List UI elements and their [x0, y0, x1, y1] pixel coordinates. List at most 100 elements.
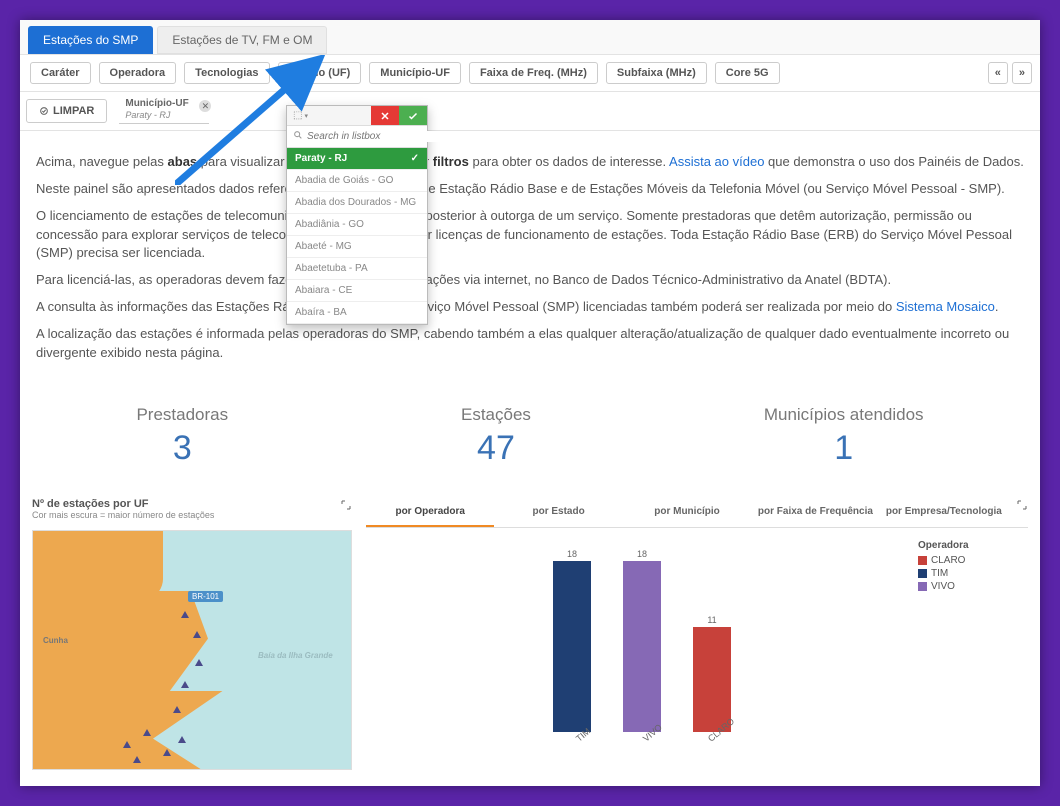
kpi-value: 3	[136, 429, 228, 468]
dropdown-confirm-button[interactable]	[399, 106, 427, 125]
kpi-municipios: Municípios atendidos 1	[764, 405, 924, 468]
filter-municipio-uf[interactable]: Município-UF	[369, 62, 461, 84]
dropdown-search[interactable]	[287, 126, 427, 148]
kpi-estacoes: Estações 47	[461, 405, 531, 468]
filter-subfaixa[interactable]: Subfaixa (MHz)	[606, 62, 707, 84]
dropdown-item[interactable]: Paraty - RJ	[287, 148, 427, 170]
text: que demonstra o uso dos Painéis de Dados…	[764, 154, 1023, 169]
bar-vivo[interactable]: 18VIVO	[622, 549, 662, 746]
filter-core-5g[interactable]: Core 5G	[715, 62, 780, 84]
dropdown-item[interactable]: Abadia de Goiás - GO	[287, 170, 427, 192]
filter-row: Caráter Operadora Tecnologias Estado (UF…	[20, 55, 1040, 92]
map-road-label: BR-101	[188, 591, 223, 602]
text-bold: abas	[168, 154, 198, 169]
legend-label: VIVO	[931, 581, 955, 592]
pager-next[interactable]: »	[1012, 62, 1032, 84]
clear-button[interactable]: LIMPAR	[26, 99, 107, 123]
reset-icon	[39, 106, 49, 116]
text: .	[995, 299, 999, 314]
pager-prev[interactable]: «	[988, 62, 1008, 84]
chip-value: Paraty - RJ	[125, 110, 203, 120]
bar-chart[interactable]: 18TIM 18VIVO 11CLARO	[366, 540, 918, 770]
action-row: LIMPAR Município-UF Paraty - RJ ✕	[20, 92, 1040, 131]
map-subtitle: Cor mais escura = maior número de estaçõ…	[32, 510, 214, 520]
bar-value-label: 18	[567, 549, 577, 559]
map-bay-label: Baía da Ilha Grande	[258, 651, 333, 660]
kpi-value: 1	[764, 429, 924, 468]
dropdown-item[interactable]: Abaetetuba - PA	[287, 258, 427, 280]
chart-column: por Operadora por Estado por Município p…	[366, 498, 1028, 770]
kpi-label: Estações	[461, 405, 531, 425]
text: para obter os dados de interesse.	[469, 154, 669, 169]
legend-title: Operadora	[918, 540, 1028, 551]
bar-value-label: 11	[707, 615, 716, 625]
kpi-value: 47	[461, 429, 531, 468]
chip-title: Município-UF	[125, 98, 203, 109]
dropdown-item[interactable]: Abadiânia - GO	[287, 214, 427, 236]
text: O licenciamento de estações de telecomun…	[36, 207, 1024, 264]
chart-area: 18TIM 18VIVO 11CLARO Operadora CLARO TIM VIV…	[366, 540, 1028, 770]
legend-swatch	[918, 569, 927, 578]
chip-remove-icon[interactable]: ✕	[199, 100, 211, 112]
dropdown-cancel-button[interactable]	[371, 106, 399, 125]
expand-icon[interactable]	[340, 498, 352, 510]
tab-tv-fm-om[interactable]: Estações de TV, FM e OM	[157, 26, 327, 54]
expand-icon[interactable]	[1016, 498, 1028, 510]
bar-value-label: 18	[637, 549, 647, 559]
legend-swatch	[918, 582, 927, 591]
link-mosaico[interactable]: Sistema Mosaico	[896, 299, 995, 314]
bar-tim[interactable]: 18TIM	[552, 549, 592, 746]
map-column: Nº de estações por UF Cor mais escura = …	[32, 498, 352, 770]
dropdown-item[interactable]: Abaíra - BA	[287, 302, 427, 324]
kpi-label: Municípios atendidos	[764, 405, 924, 425]
dropdown-list: Paraty - RJAbadia de Goiás - GOAbadia do…	[287, 148, 427, 324]
body-text: Acima, navegue pelas abas para visualiza…	[20, 131, 1040, 385]
dropdown-toolbar: ⬚▾	[287, 106, 427, 126]
filter-tecnologias[interactable]: Tecnologias	[184, 62, 269, 84]
dropdown-item[interactable]: Abadia dos Dourados - MG	[287, 192, 427, 214]
filter-chip-municipio[interactable]: Município-UF Paraty - RJ ✕	[119, 98, 209, 124]
chart-tab-estado[interactable]: por Estado	[494, 498, 622, 527]
text-bold: filtros	[433, 154, 469, 169]
chart-tab-operadora[interactable]: por Operadora	[366, 498, 494, 527]
clear-label: LIMPAR	[53, 105, 94, 117]
filter-faixa-freq[interactable]: Faixa de Freq. (MHz)	[469, 62, 598, 84]
page-root: Estações do SMP Estações de TV, FM e OM …	[20, 20, 1040, 786]
legend-item[interactable]: VIVO	[918, 581, 1028, 592]
legend-swatch	[918, 556, 927, 565]
dropdown-search-input[interactable]	[307, 131, 441, 142]
legend-label: CLARO	[931, 555, 965, 566]
tab-smp[interactable]: Estações do SMP	[28, 26, 153, 54]
map-title: Nº de estações por UF	[32, 498, 214, 510]
dropdown-item[interactable]: Abaiara - CE	[287, 280, 427, 302]
text: A consulta às informações das Estações R…	[36, 299, 896, 314]
bottom-row: Nº de estações por UF Cor mais escura = …	[20, 498, 1040, 786]
kpi-label: Prestadoras	[136, 405, 228, 425]
filter-estado-uf[interactable]: Estado (UF)	[278, 62, 362, 84]
top-tabs: Estações do SMP Estações de TV, FM e OM	[20, 20, 1040, 55]
dropdown-item[interactable]: Abaeté - MG	[287, 236, 427, 258]
chart-tab-empresa-tec[interactable]: por Empresa/Tecnologia	[880, 498, 1008, 527]
legend-label: TIM	[931, 568, 948, 579]
text: Acima, navegue pelas	[36, 154, 168, 169]
filter-operadora[interactable]: Operadora	[99, 62, 177, 84]
chart-tab-municipio[interactable]: por Município	[623, 498, 751, 527]
text: Para licenciá-las, as operadoras devem f…	[36, 271, 1024, 290]
link-video[interactable]: Assista ao vídeo	[669, 154, 764, 169]
search-icon	[293, 130, 303, 143]
dropdown-select-mode[interactable]: ⬚▾	[287, 106, 371, 125]
chart-tab-faixa[interactable]: por Faixa de Frequência	[751, 498, 879, 527]
municipio-dropdown: ⬚▾ Paraty - RJAbadia de Goiás - GOAbadia…	[286, 105, 428, 325]
text: A localização das estações é informada p…	[36, 325, 1024, 363]
bar-claro[interactable]: 11CLARO	[692, 615, 732, 746]
chart-tabs: por Operadora por Estado por Município p…	[366, 498, 1028, 528]
chart-legend: Operadora CLARO TIM VIVO	[918, 540, 1028, 770]
legend-item[interactable]: CLARO	[918, 555, 1028, 566]
map-widget[interactable]: BR-101 Cunha Baía da Ilha Grande	[32, 530, 352, 770]
kpi-prestadoras: Prestadoras 3	[136, 405, 228, 468]
filter-carater[interactable]: Caráter	[30, 62, 91, 84]
map-town-label: Cunha	[43, 636, 68, 645]
kpi-row: Prestadoras 3 Estações 47 Municípios ate…	[20, 385, 1040, 498]
legend-item[interactable]: TIM	[918, 568, 1028, 579]
text: Neste painel são apresentados dados refe…	[36, 180, 1024, 199]
